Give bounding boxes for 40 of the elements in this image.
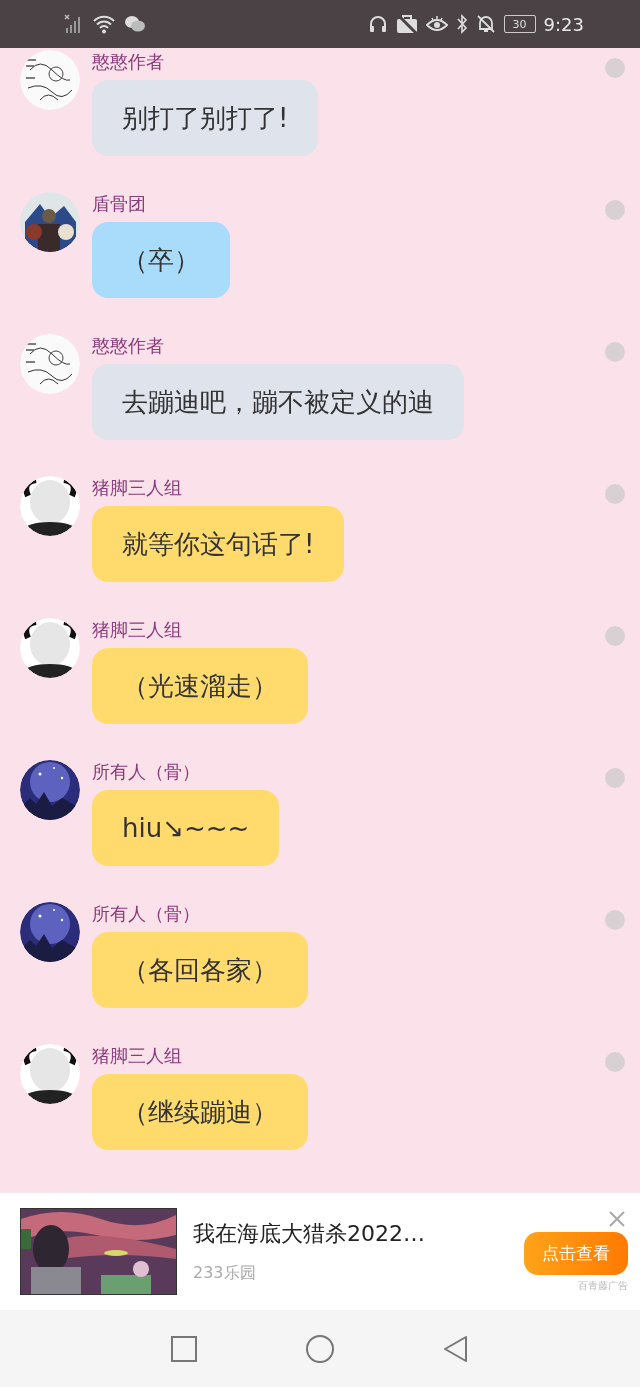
- wifi-icon: [92, 13, 116, 35]
- message-bubble: （继续蹦迪）: [92, 1074, 308, 1150]
- sender-name: 猪脚三人组: [92, 476, 182, 500]
- chat-app-icon: [124, 14, 146, 34]
- back-icon[interactable]: [443, 1334, 469, 1363]
- status-dot: [605, 1052, 625, 1072]
- bluetooth-icon: [455, 14, 468, 34]
- sender-name: 盾骨团: [92, 192, 146, 216]
- ad-title[interactable]: 我在海底大猎杀2022…: [193, 1219, 508, 1249]
- message-bubble: 去蹦迪吧，蹦不被定义的迪: [92, 364, 464, 440]
- message-bubble: 就等你这句话了!: [92, 506, 345, 582]
- status-dot: [605, 484, 625, 504]
- message-bubble: （光速溜走）: [92, 648, 308, 724]
- message-bubble: hiu↘~~~: [92, 790, 280, 866]
- sender-name: 憨憨作者: [92, 50, 164, 74]
- ad-label: 百青藤广告: [578, 1279, 628, 1293]
- close-icon[interactable]: [608, 1210, 626, 1228]
- battery-icon: 30: [503, 15, 536, 33]
- briefcase-off-icon: [395, 14, 418, 34]
- message-bubble: （各回各家）: [92, 932, 308, 1008]
- message-bubble: 别打了别打了!: [92, 80, 319, 156]
- message-bubble: （卒）: [92, 222, 230, 298]
- status-dot: [605, 200, 625, 220]
- clock-time: 9:23: [543, 13, 584, 35]
- home-icon[interactable]: [305, 1333, 335, 1364]
- sender-name: 所有人（骨）: [92, 760, 200, 784]
- status-dot: [605, 768, 625, 788]
- sender-name: 所有人（骨）: [92, 902, 200, 926]
- bell-off-icon: [475, 14, 496, 34]
- sender-name: 猪脚三人组: [92, 1044, 182, 1068]
- status-dot: [605, 910, 625, 930]
- headphones-icon: [367, 14, 388, 34]
- sender-name: 憨憨作者: [92, 334, 164, 358]
- ad-source: 233乐园: [193, 1263, 257, 1284]
- status-dot: [605, 342, 625, 362]
- status-dot: [605, 58, 625, 78]
- recent-apps-icon[interactable]: [171, 1335, 197, 1362]
- status-dot: [605, 626, 625, 646]
- eye-icon: [425, 15, 448, 33]
- sender-name: 猪脚三人组: [92, 618, 182, 642]
